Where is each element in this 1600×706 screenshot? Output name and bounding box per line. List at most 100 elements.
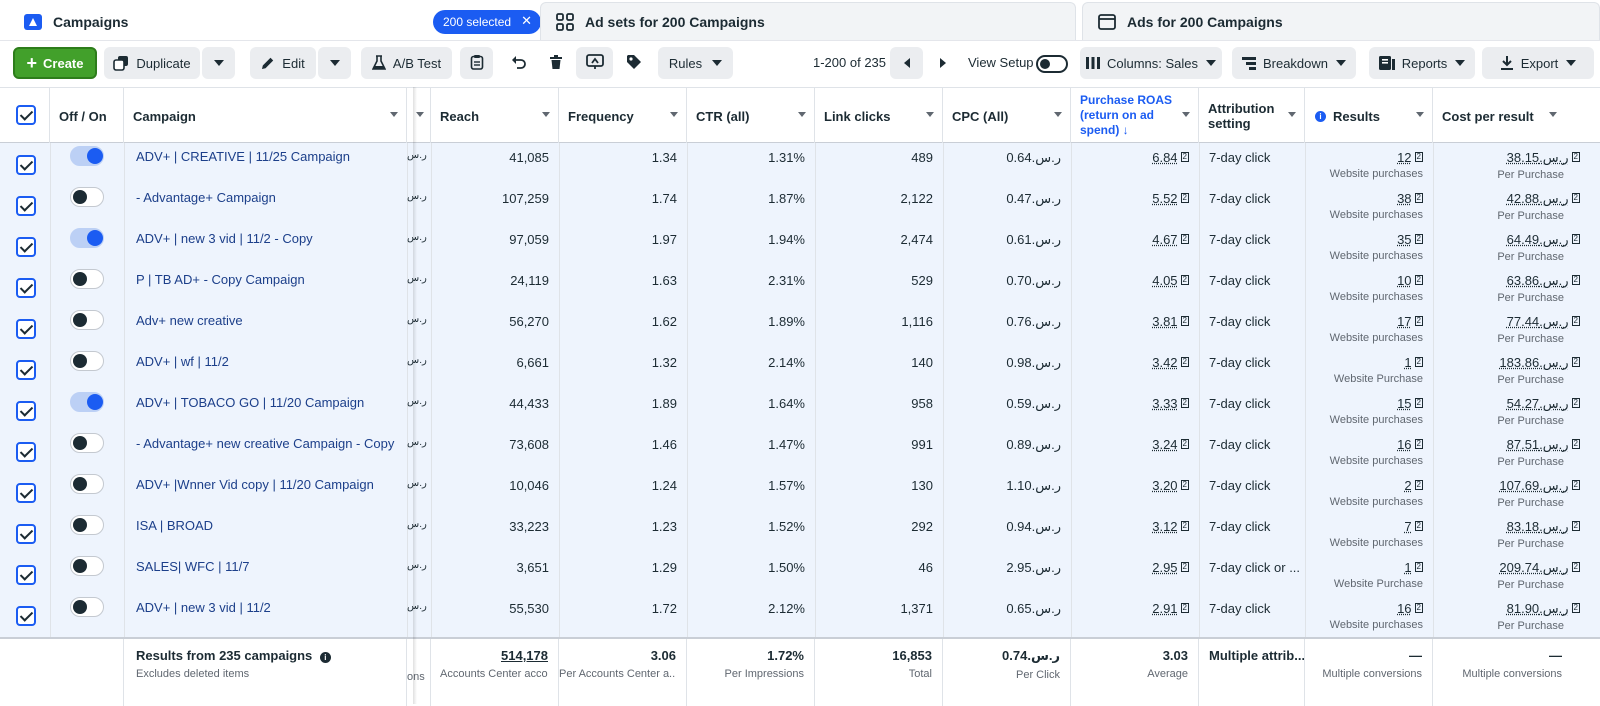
header-currency[interactable]: [407, 88, 431, 144]
delivery-toggle[interactable]: [70, 269, 104, 289]
results-value[interactable]: 1: [1404, 560, 1411, 575]
table-row[interactable]: ADV+ | new 3 vid | 11/2 - Copyر.س 97,059 1…: [0, 225, 1600, 266]
duplicate-button[interactable]: Duplicate: [104, 47, 200, 79]
campaign-name-link[interactable]: Adv+ new creative: [124, 307, 407, 348]
table-row[interactable]: ISA | BROADر.س 33,223 1.23 1.52% 292 ر.س.0.94…: [0, 512, 1600, 553]
delete-button[interactable]: [539, 47, 572, 79]
results-value[interactable]: 10: [1397, 273, 1411, 288]
delivery-toggle[interactable]: [70, 474, 104, 494]
delivery-toggle[interactable]: [70, 433, 104, 453]
table-row[interactable]: Adv+ new creativeر.س 56,270 1.62 1.89% 1,116…: [0, 307, 1600, 348]
row-checkbox[interactable]: [16, 524, 36, 544]
table-row[interactable]: ADV+ | TOBACO GO | 11/20 Campaignر.س 44,4…: [0, 389, 1600, 430]
results-value[interactable]: 12: [1397, 150, 1411, 165]
delivery-toggle[interactable]: [70, 597, 104, 617]
campaign-name-link[interactable]: ADV+ | TOBACO GO | 11/20 Campaign: [124, 389, 407, 430]
header-reach[interactable]: Reach: [431, 88, 559, 144]
preview-button[interactable]: [576, 47, 613, 79]
delivery-toggle[interactable]: [70, 556, 104, 576]
roas-value[interactable]: 4.67: [1152, 232, 1177, 247]
table-row[interactable]: - Advantage+ Campaignر.س 107,259 1.74 1.87%…: [0, 184, 1600, 225]
roas-value[interactable]: 2.95: [1152, 560, 1177, 575]
next-page-button[interactable]: [926, 47, 959, 79]
roas-value[interactable]: 3.24: [1152, 437, 1177, 452]
tag-button[interactable]: [617, 47, 650, 79]
delivery-toggle[interactable]: [70, 515, 104, 535]
results-value[interactable]: 7: [1404, 519, 1411, 534]
row-checkbox[interactable]: [16, 237, 36, 257]
select-all-checkbox[interactable]: [16, 105, 36, 125]
campaign-name-link[interactable]: ADV+ |Wnner Vid copy | 11/20 Campaign: [124, 471, 407, 512]
delivery-toggle[interactable]: [70, 351, 104, 371]
row-checkbox[interactable]: [16, 278, 36, 298]
cost-value[interactable]: ر.س.54.27: [1507, 396, 1569, 411]
cost-value[interactable]: ر.س.77.44: [1507, 314, 1569, 329]
roas-value[interactable]: 4.05: [1152, 273, 1177, 288]
row-checkbox[interactable]: [16, 442, 36, 462]
table-row[interactable]: ADV+ | new 3 vid | 11/2ر.س 55,530 1.72 2.12…: [0, 594, 1600, 635]
export-button[interactable]: Export: [1482, 47, 1594, 79]
columns-button[interactable]: Columns: Sales: [1080, 47, 1222, 79]
cost-value[interactable]: ر.س.183.86: [1499, 355, 1568, 370]
rules-button[interactable]: Rules: [658, 47, 733, 79]
table-row[interactable]: ADV+ |Wnner Vid copy | 11/20 Campaign ر.س…: [0, 471, 1600, 512]
delivery-toggle[interactable]: [70, 228, 104, 248]
row-checkbox[interactable]: [16, 606, 36, 626]
selected-count-pill[interactable]: 200 selected ✕: [433, 10, 541, 34]
campaign-name-link[interactable]: ISA | BROAD: [124, 512, 407, 553]
undo-button[interactable]: [502, 47, 535, 79]
breakdown-button[interactable]: Breakdown: [1232, 47, 1356, 79]
row-checkbox[interactable]: [16, 196, 36, 216]
results-value[interactable]: 2: [1404, 478, 1411, 493]
header-campaign[interactable]: Campaign: [124, 88, 407, 144]
table-row[interactable]: SALES| WFC | 11/7ر.س 3,651 1.29 1.50% 46 ر.س.…: [0, 553, 1600, 594]
roas-value[interactable]: 6.84: [1152, 150, 1177, 165]
campaign-name-link[interactable]: - Advantage+ new creative Campaign - Cop…: [124, 430, 407, 471]
table-row[interactable]: - Advantage+ new creative Campaign - Cop…: [0, 430, 1600, 471]
edit-dropdown-button[interactable]: [318, 47, 351, 79]
cost-value[interactable]: ر.س.83.18: [1507, 519, 1569, 534]
row-checkbox[interactable]: [16, 360, 36, 380]
campaign-name-link[interactable]: ADV+ | wf | 11/2: [124, 348, 407, 389]
cost-value[interactable]: ر.س.63.86: [1507, 273, 1569, 288]
cost-value[interactable]: ر.س.64.49: [1507, 232, 1569, 247]
tab-campaigns[interactable]: Campaigns 200 selected ✕: [8, 2, 541, 40]
roas-value[interactable]: 3.12: [1152, 519, 1177, 534]
cost-value[interactable]: ر.س.209.74: [1499, 560, 1568, 575]
roas-value[interactable]: 2.91: [1152, 601, 1177, 616]
row-checkbox[interactable]: [16, 483, 36, 503]
roas-value[interactable]: 3.20: [1152, 478, 1177, 493]
header-select-all[interactable]: [0, 88, 50, 144]
header-ctr[interactable]: CTR (all): [687, 88, 815, 144]
results-value[interactable]: 17: [1397, 314, 1411, 329]
results-value[interactable]: 35: [1397, 232, 1411, 247]
create-button[interactable]: + Create: [13, 47, 97, 79]
cost-value[interactable]: ر.س.87.51: [1507, 437, 1569, 452]
results-value[interactable]: 15: [1397, 396, 1411, 411]
campaign-name-link[interactable]: P | TB AD+ - Copy Campaign: [124, 266, 407, 307]
edit-button[interactable]: Edit: [250, 47, 316, 79]
roas-value[interactable]: 5.52: [1152, 191, 1177, 206]
roas-value[interactable]: 3.33: [1152, 396, 1177, 411]
reports-button[interactable]: Reports: [1369, 47, 1475, 79]
campaign-name-link[interactable]: ADV+ | new 3 vid | 11/2 - Copy: [124, 225, 407, 266]
header-cost-per-result[interactable]: Cost per result: [1433, 88, 1600, 144]
header-frequency[interactable]: Frequency: [559, 88, 687, 144]
row-checkbox[interactable]: [16, 319, 36, 339]
header-purchase-roas[interactable]: Purchase ROAS (return on ad spend) ↓: [1071, 88, 1199, 144]
clipboard-button[interactable]: [460, 47, 493, 79]
header-attribution[interactable]: Attribution setting: [1199, 88, 1305, 144]
duplicate-dropdown-button[interactable]: [202, 47, 235, 79]
cost-value[interactable]: ر.س.107.69: [1499, 478, 1568, 493]
delivery-toggle[interactable]: [70, 187, 104, 207]
header-results[interactable]: i Results: [1305, 88, 1433, 144]
campaign-name-link[interactable]: ADV+ | new 3 vid | 11/2: [124, 594, 407, 635]
results-value[interactable]: 38: [1397, 191, 1411, 206]
results-value[interactable]: 16: [1397, 437, 1411, 452]
results-value[interactable]: 16: [1397, 601, 1411, 616]
tab-adsets[interactable]: Ad sets for 200 Campaigns: [540, 2, 1076, 40]
ab-test-button[interactable]: A/B Test: [361, 47, 452, 79]
campaign-name-link[interactable]: SALES| WFC | 11/7: [124, 553, 407, 594]
delivery-toggle[interactable]: [70, 392, 104, 412]
table-row[interactable]: P | TB AD+ - Copy Campaignر.س 24,119 1.63 2…: [0, 266, 1600, 307]
